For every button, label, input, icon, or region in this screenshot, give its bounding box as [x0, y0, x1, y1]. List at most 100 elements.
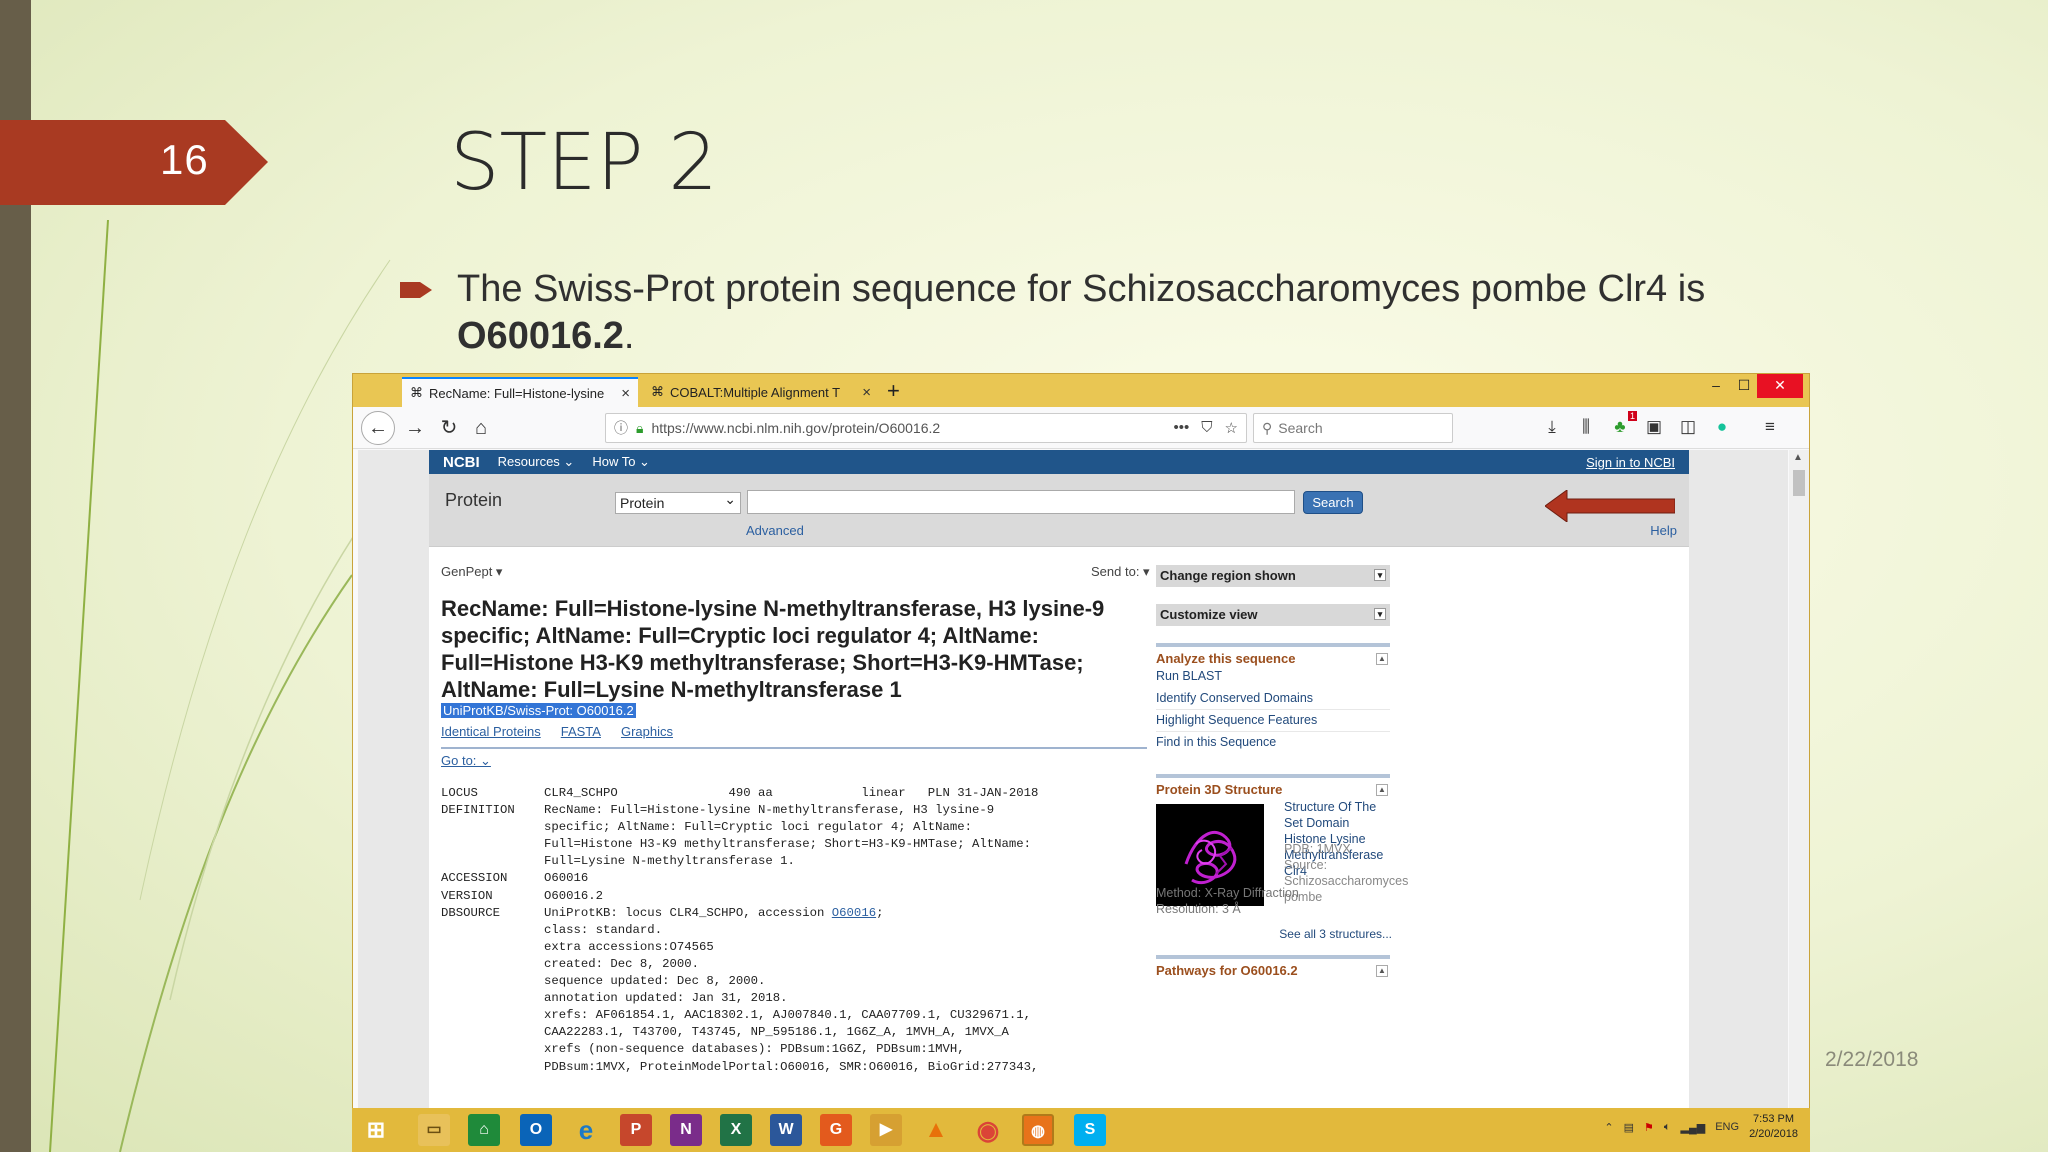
gb-row: PDBsum:1MVX, ProteinModelPortal:O60016, …	[441, 1059, 1038, 1076]
resources-menu[interactable]: Resources ⌄	[498, 454, 575, 470]
gb-row: sequence updated: Dec 8, 2000.	[441, 973, 1038, 990]
change-region-dropdown[interactable]: Change region shown ▾	[1156, 565, 1390, 587]
tray-chevron-icon[interactable]: ⌃	[1604, 1121, 1613, 1134]
structure-section-header: Protein 3D Structure ▲	[1156, 774, 1390, 797]
red-pointer-arrow	[1545, 490, 1675, 522]
format-menu[interactable]: GenPept ▾	[441, 564, 502, 580]
run-blast-link[interactable]: Run BLAST	[1156, 669, 1390, 687]
outlook-icon[interactable]: O	[520, 1114, 552, 1146]
notification-flag-icon[interactable]: ⚑	[1644, 1121, 1654, 1134]
scroll-thumb[interactable]	[1793, 470, 1805, 496]
gb-key	[441, 1059, 544, 1076]
db-select[interactable]: Protein	[615, 489, 741, 514]
excel-icon[interactable]: X	[720, 1114, 752, 1146]
customize-view-dropdown[interactable]: Customize view ▾	[1156, 604, 1390, 626]
record-page: GenPept ▾ Send to: ▾ RecName: Full=Histo…	[429, 546, 1689, 1150]
highlight-features-link[interactable]: Highlight Sequence Features	[1156, 713, 1390, 732]
signal-icon[interactable]: ▂▄▆	[1681, 1121, 1706, 1134]
slide-number: 16	[160, 136, 209, 183]
back-button[interactable]: ←	[361, 411, 395, 445]
pocket-icon[interactable]: ⛉	[1201, 419, 1212, 437]
analyze-heading: Analyze this sequence	[1156, 651, 1296, 666]
customize-view-label: Customize view	[1160, 607, 1258, 622]
structure-method-block: Method: X-Ray Diffraction Resolution: 3 Å	[1156, 885, 1390, 917]
collapse-icon[interactable]: ▲	[1376, 965, 1388, 977]
url-bar[interactable]: ⓘ 🔒︎ https://www.ncbi.nlm.nih.gov/protei…	[605, 413, 1247, 443]
gb-value: CAA22283.1, T43700, T43745, NP_595186.1,…	[544, 1025, 1009, 1040]
gb-key: DBSOURCE	[441, 905, 501, 920]
ncbi-search-input[interactable]	[747, 490, 1295, 514]
lock-icon: 🔒︎	[636, 419, 644, 436]
ncbi-search-button[interactable]: Search	[1303, 491, 1363, 514]
media-player-icon[interactable]: ▶	[870, 1114, 902, 1146]
gb-value: extra accessions:O74565	[544, 939, 714, 954]
bookmark-star-icon[interactable]: ☆	[1225, 419, 1238, 437]
gb-row: ACCESSION O60016	[441, 870, 1038, 887]
clock[interactable]: 7:53 PM 2/20/2018	[1749, 1112, 1798, 1142]
see-all-structures-link[interactable]: See all 3 structures...	[1279, 927, 1392, 941]
fasta-link[interactable]: FASTA	[561, 724, 601, 739]
gb-key	[441, 922, 544, 939]
chrome-icon[interactable]: ◉	[972, 1114, 1004, 1146]
pdf-app-icon[interactable]: G	[820, 1114, 852, 1146]
gb-key	[441, 1007, 544, 1024]
volume-icon[interactable]: 🔈︎	[1664, 1121, 1671, 1134]
reload-button[interactable]: ↻	[435, 415, 463, 443]
bullet-arrow-icon	[400, 282, 432, 298]
send-to-menu[interactable]: Send to: ▾	[1091, 564, 1150, 580]
firefox-icon[interactable]: ◍	[1022, 1114, 1054, 1146]
system-tray: ⌃ ▤ ⚑ 🔈︎ ▂▄▆ ENG 7:53 PM 2/20/2018	[1604, 1112, 1798, 1142]
forward-button[interactable]: →	[401, 415, 429, 443]
close-tab-icon[interactable]: ×	[621, 385, 630, 402]
go-to-menu[interactable]: Go to: ⌄	[441, 753, 491, 769]
close-tab-icon[interactable]: ×	[862, 384, 871, 401]
internet-explorer-icon[interactable]: e	[570, 1114, 602, 1146]
gb-row: LOCUS CLR4_SCHPO 490 aa linear PLN 31-JAN…	[441, 785, 1038, 802]
page-scrollbar[interactable]: ▲ ▼	[1789, 450, 1809, 1150]
identical-proteins-link[interactable]: Identical Proteins	[441, 724, 541, 739]
file-explorer-icon[interactable]: ▭	[418, 1114, 450, 1146]
powerpoint-icon[interactable]: P	[620, 1114, 652, 1146]
scroll-up-icon[interactable]: ▲	[1793, 452, 1803, 463]
gb-row: created: Dec 8, 2000.	[441, 956, 1038, 973]
gb-value: class: standard.	[544, 922, 663, 937]
menu-icon[interactable]: ≡	[1761, 417, 1779, 437]
info-icon[interactable]: ⓘ	[614, 418, 628, 438]
gb-row: Full=Histone H3-K9 methyltransferase; Sh…	[441, 836, 1038, 853]
sidebar-icon[interactable]: ◫	[1679, 417, 1697, 437]
word-icon[interactable]: W	[770, 1114, 802, 1146]
tab-recname[interactable]: ⌘ RecName: Full=Histone-lysine ×	[402, 377, 638, 407]
library-icon[interactable]: ⫼	[1577, 417, 1595, 437]
find-in-sequence-link[interactable]: Find in this Sequence	[1156, 735, 1390, 753]
sign-in-link[interactable]: Sign in to NCBI	[1586, 455, 1675, 470]
windows-start-icon[interactable]: ⊞	[360, 1114, 392, 1146]
collapse-icon[interactable]: ▲	[1376, 653, 1388, 665]
home-button[interactable]: ⌂	[467, 415, 495, 443]
screenshot-icon[interactable]: ▣	[1645, 417, 1663, 437]
help-link[interactable]: Help	[1650, 523, 1677, 538]
advanced-link[interactable]: Advanced	[746, 523, 804, 538]
vlc-icon[interactable]: ▲	[920, 1114, 952, 1146]
grammarly-icon[interactable]: ●	[1713, 417, 1731, 437]
store-icon[interactable]: ⌂	[468, 1114, 500, 1146]
ncbi-logo[interactable]: NCBI	[443, 454, 480, 471]
new-tab-button[interactable]: +	[887, 378, 900, 404]
page-actions-icon[interactable]: •••	[1174, 419, 1190, 437]
browser-search-input[interactable]: ⚲ Search	[1253, 413, 1453, 443]
extension-badge-icon[interactable]: ♣ 1	[1611, 411, 1637, 437]
gb-value: sequence updated: Dec 8, 2000.	[544, 974, 766, 989]
network-icon[interactable]: ▤	[1624, 1121, 1634, 1134]
how-to-menu[interactable]: How To ⌄	[592, 454, 650, 470]
close-window-button[interactable]: ✕	[1757, 374, 1803, 398]
download-icon[interactable]: ⤓	[1543, 417, 1561, 437]
structure-heading: Protein 3D Structure	[1156, 782, 1283, 797]
skype-icon[interactable]: S	[1074, 1114, 1106, 1146]
collapse-icon[interactable]: ▲	[1376, 784, 1388, 796]
onenote-icon[interactable]: N	[670, 1114, 702, 1146]
conserved-domains-link[interactable]: Identify Conserved Domains	[1156, 691, 1390, 710]
language-indicator[interactable]: ENG	[1715, 1121, 1739, 1133]
accession-link[interactable]: O60016	[832, 905, 876, 922]
gb-value: xrefs (non-sequence databases): PDBsum:1…	[544, 1042, 965, 1057]
graphics-link[interactable]: Graphics	[621, 724, 673, 739]
tab-cobalt[interactable]: ⌘ COBALT:Multiple Alignment T ×	[643, 377, 879, 407]
